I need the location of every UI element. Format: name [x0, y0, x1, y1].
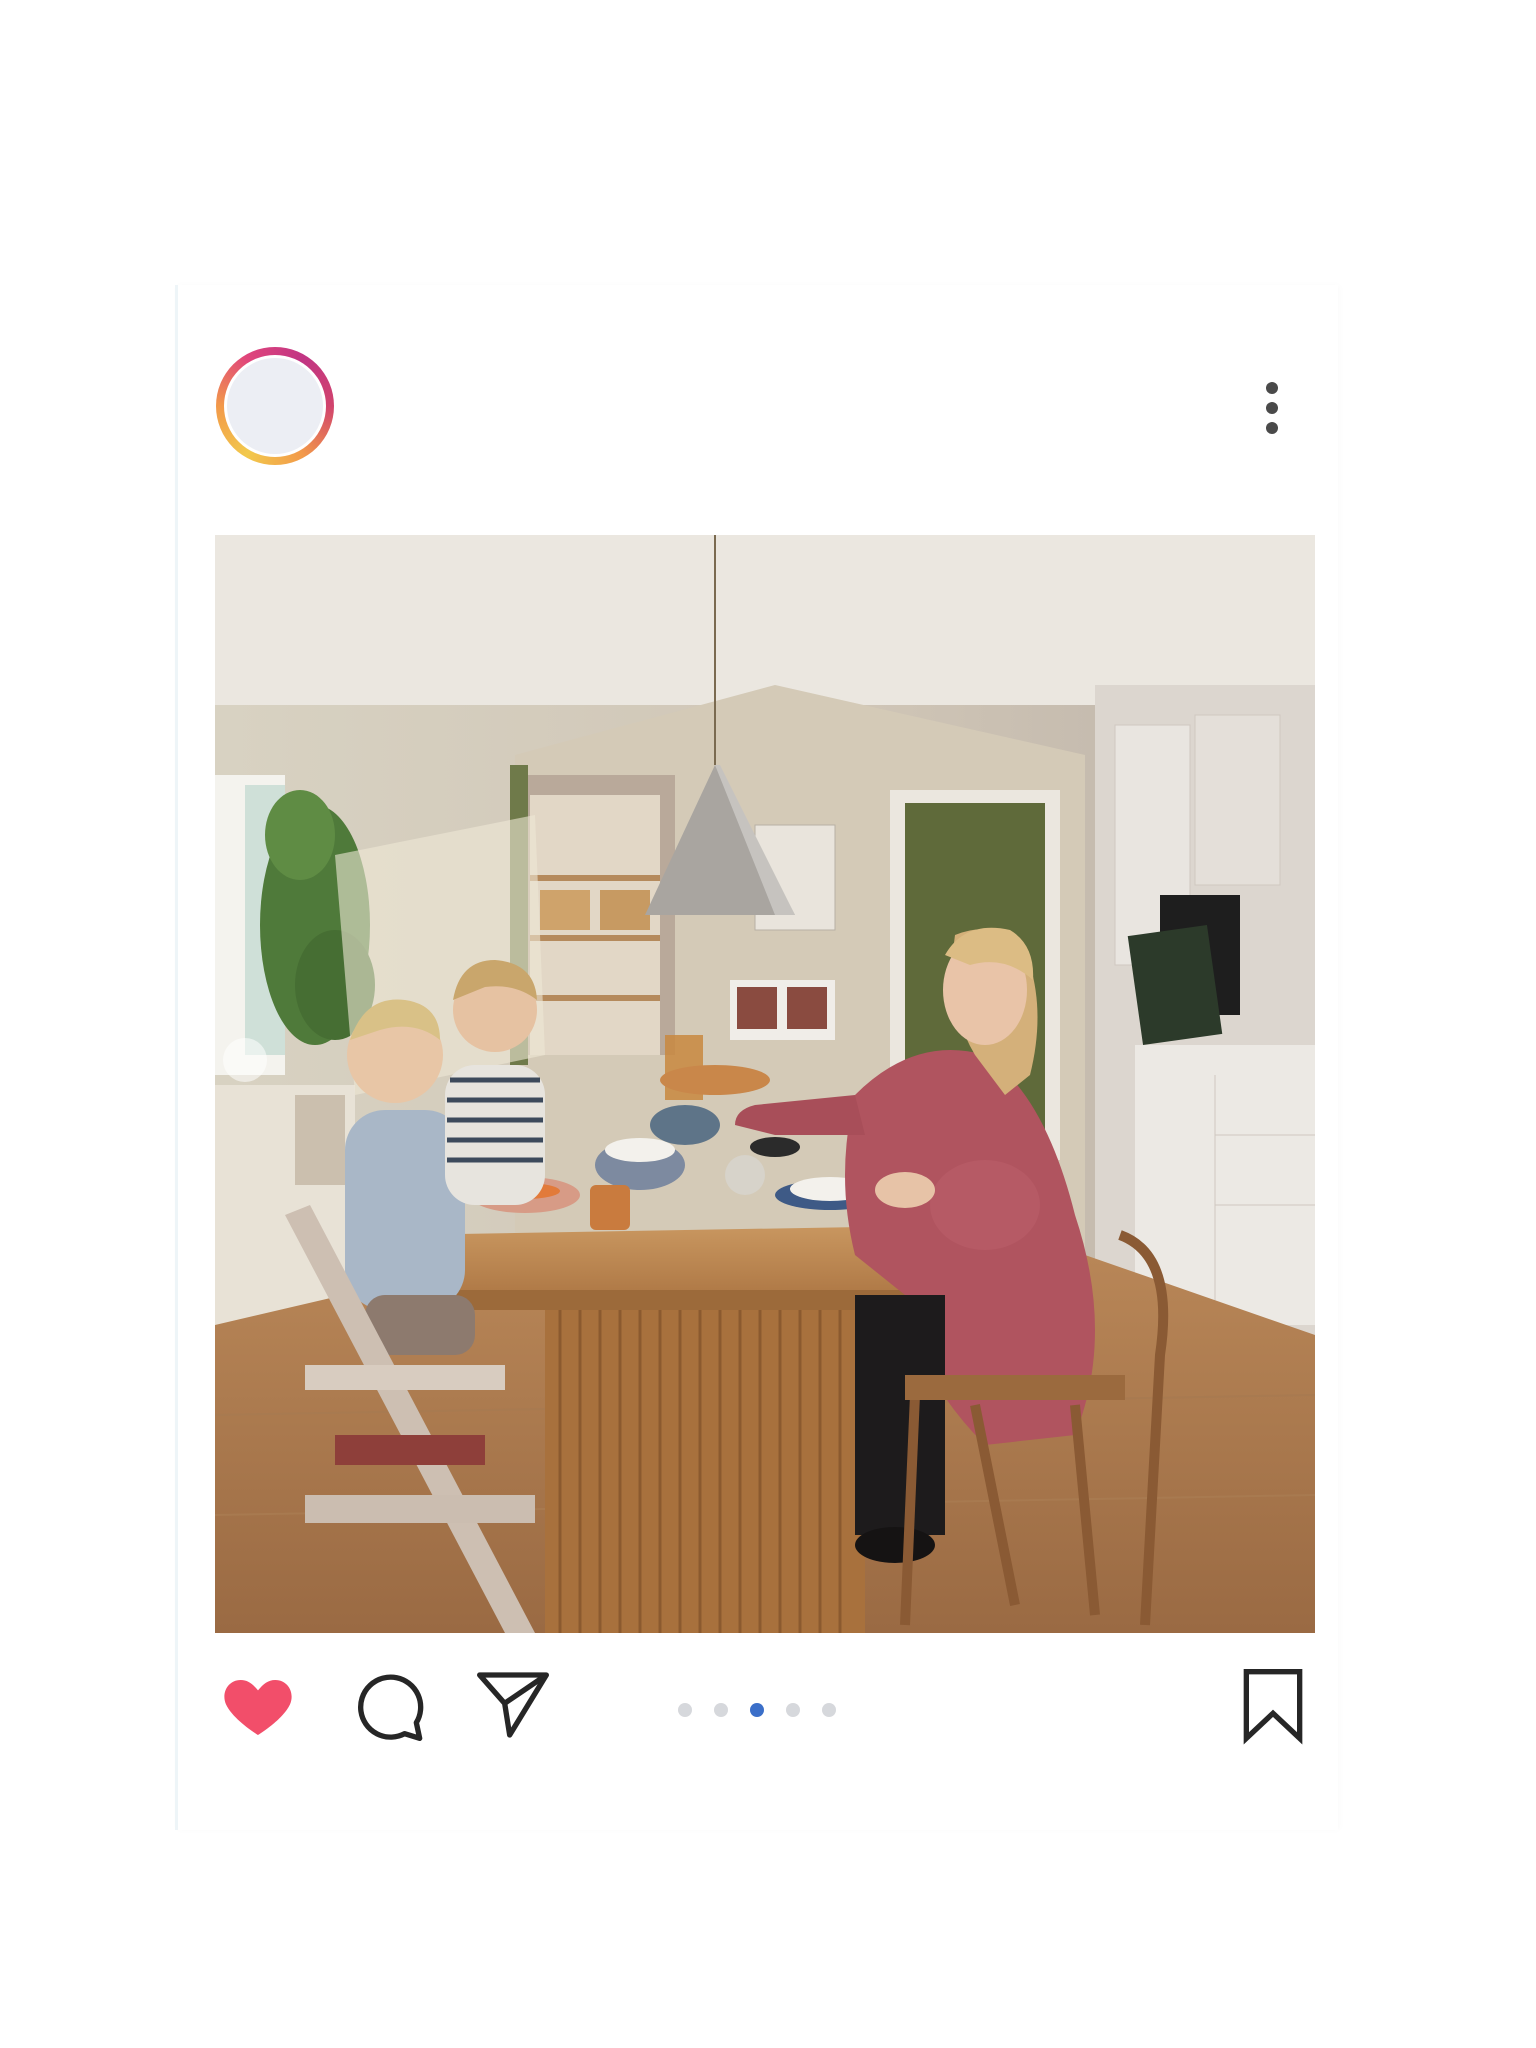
comment-button[interactable] — [348, 1665, 428, 1745]
more-vertical-icon — [1266, 382, 1278, 394]
avatar[interactable] — [216, 347, 334, 465]
carousel-dot[interactable] — [786, 1703, 800, 1717]
heart-filled-icon — [224, 1680, 292, 1735]
post-card — [175, 285, 1338, 1830]
carousel-dot[interactable] — [714, 1703, 728, 1717]
carousel-dot[interactable] — [678, 1703, 692, 1717]
like-button[interactable] — [218, 1665, 298, 1745]
bookmark-icon — [1243, 1669, 1303, 1745]
profile-avatar-icon — [227, 358, 323, 454]
carousel-dot[interactable] — [822, 1703, 836, 1717]
save-button[interactable] — [1233, 1665, 1313, 1745]
page — [0, 0, 1536, 2048]
carousel-dot-active[interactable] — [750, 1703, 764, 1717]
share-button[interactable] — [473, 1665, 553, 1745]
post-image[interactable] — [215, 535, 1315, 1633]
post-header — [178, 285, 1338, 535]
more-options-button[interactable] — [1258, 380, 1288, 440]
action-bar — [178, 1645, 1338, 1755]
carousel-indicator — [678, 1703, 836, 1719]
comment-bubble-icon — [358, 1674, 424, 1741]
paper-plane-icon — [477, 1672, 549, 1738]
kitchen-family-photo — [215, 535, 1315, 1633]
